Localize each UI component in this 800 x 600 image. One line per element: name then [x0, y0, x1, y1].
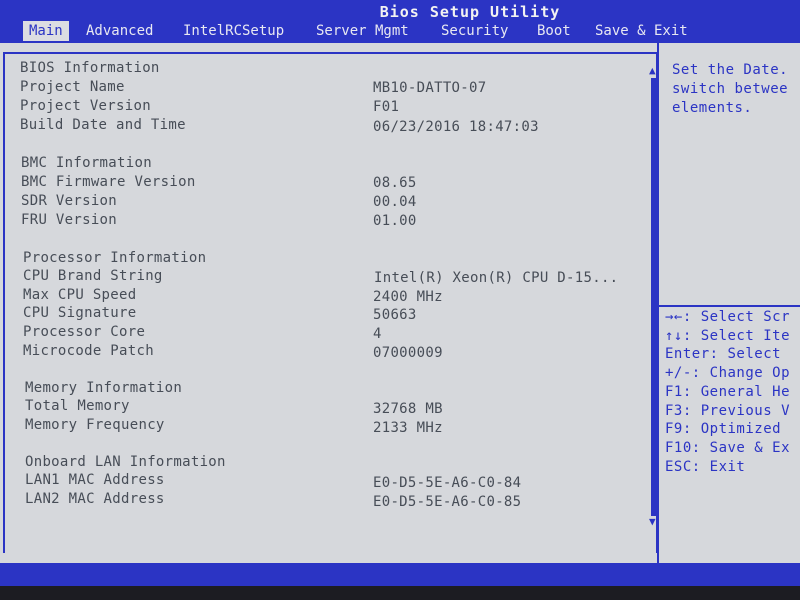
- info-label: FRU Version: [21, 212, 118, 228]
- tab-security[interactable]: Security: [435, 21, 514, 41]
- info-value: 4: [373, 326, 382, 342]
- info-value: E0-D5-5E-A6-C0-85: [373, 494, 522, 510]
- section-heading-bios: BIOS Information: [20, 60, 160, 76]
- info-value: F01: [373, 99, 400, 115]
- info-value: 07000009: [373, 345, 443, 361]
- tab-server-mgmt[interactable]: Server Mgmt: [310, 21, 415, 41]
- footer-bar: [0, 563, 800, 586]
- info-label: Microcode Patch: [23, 343, 154, 359]
- main-info-panel: BIOS Information Project Name MB10-DATTO…: [0, 43, 658, 563]
- tab-main[interactable]: Main: [23, 21, 69, 41]
- info-label: LAN1 MAC Address: [25, 472, 165, 488]
- key-help-line: F3: Previous V: [665, 403, 791, 419]
- info-label: CPU Signature: [23, 305, 137, 321]
- help-panel: Set the Date. switch betwee elements. →←…: [659, 43, 800, 563]
- info-value: 08.65: [373, 175, 417, 191]
- tab-intelrcsetup[interactable]: IntelRCSetup: [177, 21, 290, 41]
- info-label: Build Date and Time: [20, 117, 186, 133]
- info-label: BMC Firmware Version: [21, 174, 196, 190]
- info-value: Intel(R) Xeon(R) CPU D-15...: [374, 270, 619, 286]
- arrow-up-icon[interactable]: ▲: [649, 64, 656, 77]
- info-value: 50663: [373, 307, 417, 323]
- section-heading-memory: Memory Information: [25, 380, 183, 396]
- info-label: CPU Brand String: [23, 268, 163, 284]
- info-label: Project Name: [20, 79, 125, 95]
- help-text-line: elements.: [672, 100, 753, 116]
- tab-boot[interactable]: Boot: [531, 21, 577, 41]
- info-label: Total Memory: [25, 398, 130, 414]
- info-value: 00.04: [373, 194, 417, 210]
- tab-advanced[interactable]: Advanced: [80, 21, 159, 41]
- info-value: 2400 MHz: [373, 289, 443, 305]
- info-label: LAN2 MAC Address: [25, 491, 165, 507]
- key-help-line: Enter: Select: [665, 346, 782, 362]
- key-help-line: ↑↓: Select Ite: [665, 328, 791, 344]
- title-bar: Bios Setup Utility: [0, 0, 800, 21]
- section-heading-bmc: BMC Information: [21, 155, 152, 171]
- key-help-line: F1: General He: [665, 384, 791, 400]
- key-help-line: F9: Optimized: [665, 421, 782, 437]
- tab-save-exit[interactable]: Save & Exit: [589, 21, 694, 41]
- info-label: Processor Core: [23, 324, 146, 340]
- info-label: Project Version: [20, 98, 151, 114]
- info-value: 01.00: [373, 213, 417, 229]
- info-value: 32768 MB: [373, 401, 443, 417]
- info-label: Max CPU Speed: [23, 287, 137, 303]
- section-heading-processor: Processor Information: [23, 250, 207, 266]
- menu-bar: Main Advanced IntelRCSetup Server Mgmt S…: [0, 21, 800, 41]
- key-help-line: +/-: Change Op: [665, 365, 791, 381]
- bios-screen: Bios Setup Utility Main Advanced IntelRC…: [0, 0, 800, 586]
- info-value: 06/23/2016 18:47:03: [373, 119, 539, 135]
- key-help-line: ESC: Exit: [665, 459, 746, 475]
- info-value: E0-D5-5E-A6-C0-84: [373, 475, 522, 491]
- info-value: MB10-DATTO-07: [373, 80, 487, 96]
- section-heading-lan: Onboard LAN Information: [25, 454, 226, 470]
- arrow-down-icon[interactable]: ▼: [649, 515, 656, 528]
- help-text-line: Set the Date.: [672, 62, 789, 78]
- help-text-line: switch betwee: [672, 81, 789, 97]
- info-value: 2133 MHz: [373, 420, 443, 436]
- key-help-line: →←: Select Scr: [665, 309, 791, 325]
- key-help-line: F10: Save & Ex: [665, 440, 791, 456]
- info-label: Memory Frequency: [25, 417, 165, 433]
- info-label: SDR Version: [21, 193, 118, 209]
- help-separator: [659, 305, 800, 307]
- window-title: Bios Setup Utility: [379, 3, 561, 21]
